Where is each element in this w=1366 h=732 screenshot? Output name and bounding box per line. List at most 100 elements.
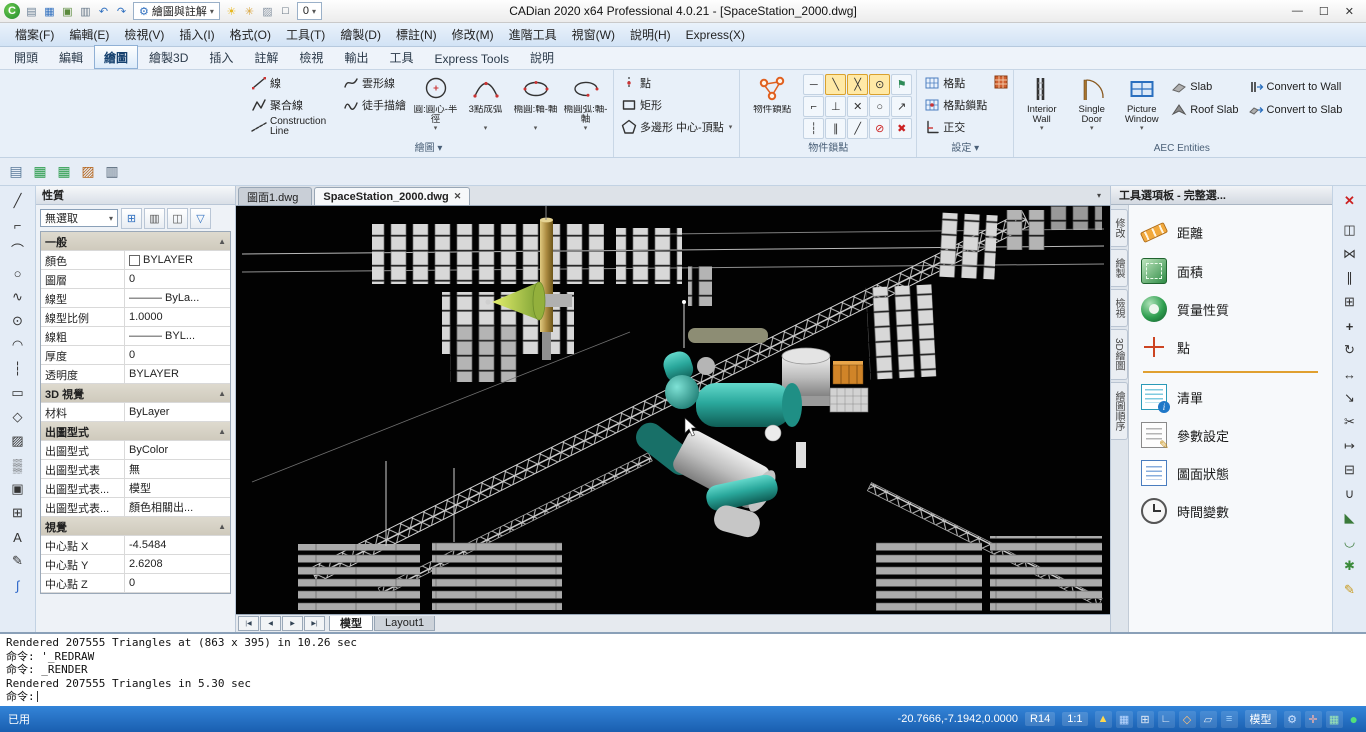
convert-to-slab-button[interactable]: Convert to Slab — [1245, 99, 1346, 120]
table-tool[interactable]: ⊞ — [6, 502, 30, 524]
tab-list-dropdown-icon[interactable]: ▾ — [1088, 191, 1110, 200]
selection-combo[interactable]: 無選取 ▾ — [40, 209, 118, 227]
section-collapse-icon[interactable]: ▲ — [218, 389, 226, 398]
property-row[interactable]: 透明度 BYLAYER — [41, 365, 230, 384]
command-prompt[interactable]: 命令: — [6, 690, 35, 704]
command-window[interactable]: Rendered 207555 Triangles at (863 x 395)… — [0, 632, 1366, 706]
roof-slab-button[interactable]: Roof Slab — [1168, 99, 1241, 120]
grid-toggle[interactable]: ▦ — [1115, 710, 1133, 728]
property-row[interactable]: 出圖型式表... 顏色相關出... — [41, 498, 230, 517]
menu-item[interactable]: 檢視(V) — [117, 24, 171, 45]
menu-item[interactable]: 修改(M) — [445, 24, 501, 45]
redo-icon[interactable]: ↷ — [113, 3, 130, 20]
ribbon-tab[interactable]: 檢視 — [289, 45, 333, 69]
effects-icon[interactable]: ✳ — [241, 3, 258, 20]
snap-suppress-icon[interactable]: ⊘ — [869, 118, 891, 139]
palette-item[interactable]: 面積 — [1131, 252, 1330, 290]
maximize-button[interactable]: ☐ — [1319, 5, 1329, 18]
rectangle-tool[interactable]: ▭ — [6, 382, 30, 404]
menu-item[interactable]: 檔案(F) — [8, 24, 61, 45]
break-tool[interactable]: ⊟ — [1338, 459, 1362, 481]
workspace-combo[interactable]: ⚙ 繪圖與註解 ▾ — [133, 2, 220, 20]
ribbon-tab[interactable]: 繪圖 — [94, 45, 139, 69]
spline-tool[interactable]: ∿ — [6, 286, 30, 308]
close-button[interactable]: ✕ — [1345, 5, 1354, 18]
filter-icon[interactable]: ▽ — [190, 207, 211, 229]
region-tool[interactable]: ▣ — [6, 478, 30, 500]
property-row[interactable]: 一般 ▲ — [41, 232, 230, 251]
quick-select-icon[interactable]: ⊞ — [121, 207, 142, 229]
property-row[interactable]: 3D 視覺 ▲ — [41, 384, 230, 403]
mirror-tool[interactable]: ⋈ — [1338, 243, 1362, 265]
menu-item[interactable]: 標註(N) — [389, 24, 444, 45]
panel-label-draw[interactable]: 繪圖 ▾ — [248, 142, 609, 157]
scale-tool[interactable]: ↔ — [1338, 363, 1362, 385]
lineweight-toggle[interactable]: ≡ — [1220, 710, 1238, 728]
table-export-icon[interactable]: ▦ — [54, 162, 74, 182]
menu-item[interactable]: 繪製(D) — [333, 24, 388, 45]
construction-line-button[interactable]: Construction Line — [248, 116, 337, 137]
color-swatch-icon[interactable]: □ — [277, 3, 294, 20]
offset-tool[interactable]: ∥ — [1338, 267, 1362, 289]
ellipse-tool[interactable]: ⊙ — [6, 310, 30, 332]
layout-tab[interactable]: 模型 — [329, 616, 373, 631]
isolate-objects-icon[interactable] — [993, 74, 1009, 90]
hatch-tool[interactable]: ▨ — [6, 430, 30, 452]
palette-item[interactable]: 時間變數 — [1131, 492, 1330, 530]
edit-polyline-tool[interactable]: ✎ — [1338, 579, 1362, 601]
ribbon-tab[interactable]: 插入 — [199, 45, 243, 69]
property-row[interactable]: 出圖型式表... 模型 — [41, 479, 230, 498]
menu-item[interactable]: 進階工具 — [502, 24, 564, 45]
coordinates-readout[interactable]: -20.7666,-7.1942,0.0000 — [898, 713, 1019, 725]
ribbon-tab[interactable]: 說明 — [520, 45, 564, 69]
extend-tool[interactable]: ↦ — [1338, 435, 1362, 457]
polyline-button[interactable]: 聚合線 — [248, 94, 337, 115]
trim-tool[interactable]: ✂ — [1338, 411, 1362, 433]
single-door-button[interactable]: Single Door ▾ — [1068, 72, 1115, 142]
palette-item[interactable]: 質量性質 — [1131, 290, 1330, 328]
arc-tool[interactable]: ⌒ — [6, 238, 30, 260]
layout-tab[interactable]: Layout1 — [374, 616, 436, 631]
tool-palette-tab[interactable]: 檢視 — [1111, 289, 1128, 327]
slab-button[interactable]: Slab — [1168, 76, 1241, 97]
snap-parallel-icon[interactable]: ∥ — [825, 118, 847, 139]
object-snap-button[interactable]: 物件鎖點 — [744, 72, 800, 142]
3d-model-viewport[interactable] — [236, 206, 1110, 614]
snap-midpoint-icon[interactable]: ╲ — [825, 74, 847, 95]
sheet-set-icon[interactable]: ▦ — [30, 162, 50, 182]
erase-tool[interactable]: ✕ — [1338, 190, 1362, 212]
arc-button[interactable]: 3點成弧 ▾ — [462, 72, 509, 142]
menu-item[interactable]: 視窗(W) — [565, 24, 622, 45]
ribbon-tab[interactable]: 工具 — [379, 45, 423, 69]
property-row[interactable]: 中心點 Z 0 — [41, 574, 230, 593]
snap-quadrant-icon[interactable]: ○ — [869, 96, 891, 117]
render-presets-icon[interactable]: ▨ — [78, 162, 98, 182]
layer-combo[interactable]: 0 ▾ — [296, 2, 323, 20]
quick-view-icon[interactable]: ▦ — [1325, 710, 1343, 728]
new-drawing-icon[interactable]: ▤ — [23, 3, 40, 20]
ellipse-button[interactable]: 橢圓:軸-軸 ▾ — [512, 72, 559, 142]
pickadd-toggle-icon[interactable]: ◫ — [167, 207, 188, 229]
panel-label-osnap[interactable]: 物件鎖點 — [744, 142, 912, 157]
snap-toggle[interactable]: ⊞ — [1136, 710, 1154, 728]
snap-none-icon[interactable]: ✖ — [891, 118, 913, 139]
save-icon[interactable]: ▣ — [59, 3, 76, 20]
panel-label-settings[interactable]: 設定 ▾ — [921, 142, 1009, 157]
ribbon-tab[interactable]: 註解 — [244, 45, 288, 69]
polyline-tool[interactable]: ⌐ — [6, 214, 30, 236]
drawing-tab[interactable]: 圖面1.dwg — [238, 187, 313, 205]
annotation-scale[interactable]: 1:1 — [1062, 712, 1088, 726]
snap-node-icon[interactable]: ┆ — [803, 118, 825, 139]
property-row[interactable]: 圖層 0 — [41, 270, 230, 289]
property-row[interactable]: 厚度 0 — [41, 346, 230, 365]
palette-item[interactable]: 距離 — [1131, 213, 1330, 252]
snap-intersection-icon[interactable]: ╳ — [847, 74, 869, 95]
text-tool[interactable]: A — [6, 526, 30, 548]
snap-perpendicular-icon[interactable]: ⊥ — [825, 96, 847, 117]
property-row[interactable]: 線型比例 1.0000 — [41, 308, 230, 327]
ribbon-tab[interactable]: Express Tools — [424, 48, 518, 69]
isoplane-toggle[interactable]: ▲ — [1094, 710, 1112, 728]
gradient-tool[interactable]: ▒ — [6, 454, 30, 476]
property-row[interactable]: 出圖型式 ▲ — [41, 422, 230, 441]
property-row[interactable]: 視覺 ▲ — [41, 517, 230, 536]
